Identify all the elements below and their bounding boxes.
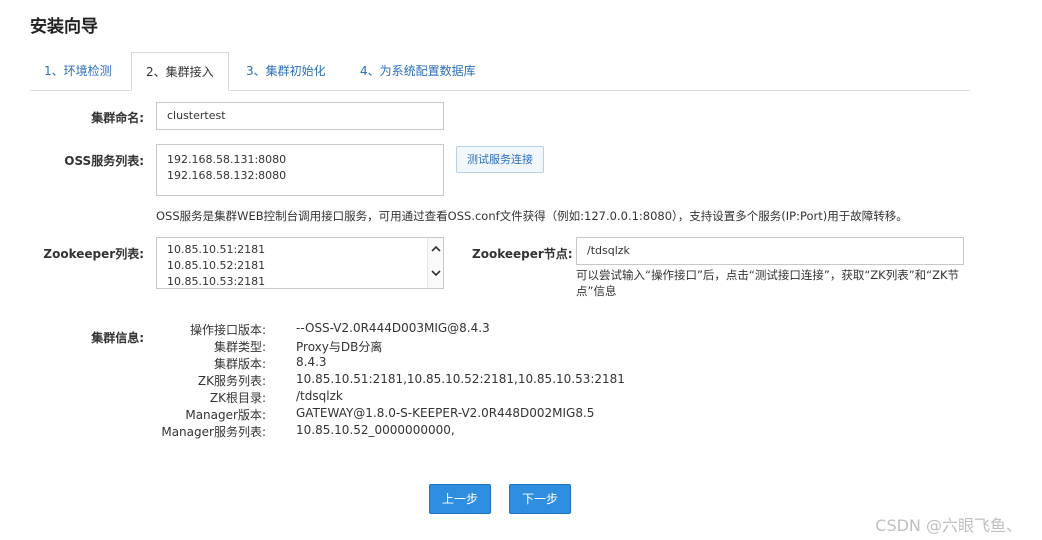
info-key: 集群版本: [213, 357, 266, 371]
oss-hint-text: OSS服务是集群WEB控制台调用接口服务，可用通过查看OSS.conf文件获得（… [156, 209, 908, 223]
info-key: 集群类型: [213, 340, 266, 354]
zookeeper-list-label: Zookeeper列表: [43, 247, 144, 261]
zookeeper-node-hint-line: 点”信息 [576, 284, 617, 298]
zookeeper-node-input[interactable]: /tdsqlzk [576, 237, 964, 265]
scroll-up-icon[interactable] [431, 244, 441, 254]
zookeeper-list-textarea[interactable]: 10.85.10.51:2181 10.85.10.52:2181 10.85.… [156, 237, 444, 289]
zk-line: 10.85.10.53:2181 [167, 275, 266, 288]
zk-line: 10.85.10.52:2181 [167, 259, 266, 272]
zookeeper-list-scrollbar[interactable] [427, 238, 443, 288]
wizard-tabs: 1、环境检测 2、集群接入 3、集群初始化 4、为系统配置数据库 [30, 52, 970, 91]
tab-cluster-init[interactable]: 3、集群初始化 [232, 52, 342, 90]
tab-environment-check[interactable]: 1、环境检测 [30, 52, 130, 90]
zookeeper-node-hint-line: 可以尝试输入“操作接口”后，点击“测试接口连接”，获取“ZK列表”和“ZK节 [576, 268, 960, 282]
next-step-button[interactable]: 下一步 [509, 484, 571, 514]
prev-step-button[interactable]: 上一步 [429, 484, 491, 514]
info-key: ZK根目录: [209, 391, 266, 405]
info-value: GATEWAY@1.8.0-S-KEEPER-V2.0R448D002MIG8.… [296, 406, 595, 420]
oss-line: 192.168.58.132:8080 [167, 169, 287, 182]
info-key: ZK服务列表: [197, 374, 266, 388]
oss-list-textarea[interactable]: 192.168.58.131:8080 192.168.58.132:8080 [156, 144, 444, 196]
oss-line: 192.168.58.131:8080 [167, 153, 287, 166]
scroll-down-icon[interactable] [431, 268, 441, 278]
zookeeper-node-value: /tdsqlzk [587, 244, 630, 257]
oss-list-label: OSS服务列表: [64, 154, 144, 168]
info-value: --OSS-V2.0R444D003MIG@8.4.3 [296, 321, 490, 335]
cluster-name-label: 集群命名: [91, 111, 144, 125]
info-key: Manager版本: [185, 408, 266, 422]
info-key: Manager服务列表: [161, 425, 266, 439]
tab-cluster-access[interactable]: 2、集群接入 [131, 52, 229, 91]
zookeeper-node-label: Zookeeper节点: [472, 247, 573, 261]
info-value: 10.85.10.52_0000000000, [296, 423, 455, 437]
cluster-name-input[interactable]: clustertest [156, 102, 444, 130]
info-value: 8.4.3 [296, 355, 327, 369]
info-value: 10.85.10.51:2181,10.85.10.52:2181,10.85.… [296, 372, 625, 386]
zookeeper-node-hint: 可以尝试输入“操作接口”后，点击“测试接口连接”，获取“ZK列表”和“ZK节 点… [576, 267, 976, 299]
test-service-connection-button[interactable]: 测试服务连接 [456, 146, 544, 173]
info-key: 操作接口版本: [189, 323, 266, 337]
zk-line: 10.85.10.51:2181 [167, 243, 266, 256]
cluster-name-value: clustertest [167, 109, 226, 122]
page-title: 安装向导 [30, 17, 98, 37]
info-value: Proxy与DB分离 [296, 340, 383, 354]
watermark: CSDN @六眼飞鱼、 [875, 516, 1022, 535]
cluster-info-label: 集群信息: [91, 331, 144, 345]
tab-configure-database[interactable]: 4、为系统配置数据库 [346, 52, 496, 90]
info-value: /tdsqlzk [296, 389, 343, 403]
